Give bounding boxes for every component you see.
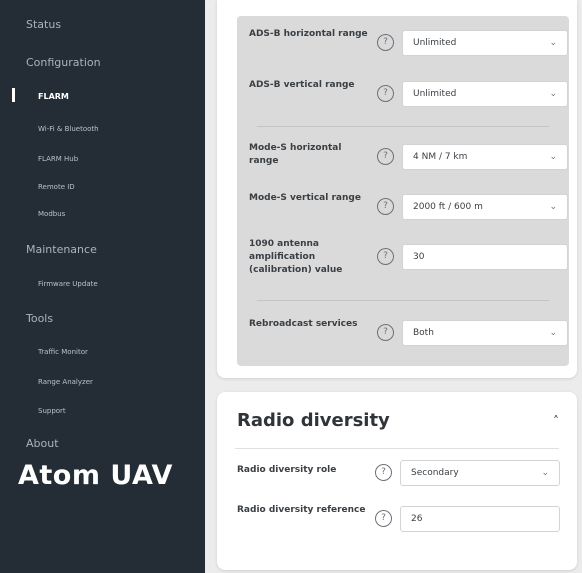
amplification-value-input[interactable]: 30 (402, 244, 568, 270)
modes-vertical-range-select[interactable]: 2000 ft / 600 m ⌄ (402, 194, 568, 220)
active-indicator (12, 88, 15, 102)
chevron-down-icon: ⌄ (549, 202, 557, 212)
setting-label: Radio diversity role (237, 465, 337, 475)
help-icon[interactable]: ? (375, 464, 392, 481)
sidebar-item-wifi-bluetooth[interactable]: Wi-Fi & Bluetooth (38, 125, 99, 133)
sidebar-item-modbus[interactable]: Modbus (38, 210, 65, 218)
select-value: 4 NM / 7 km (413, 152, 468, 162)
rebroadcast-services-select[interactable]: Both ⌄ (402, 320, 568, 346)
sidebar-item-traffic-monitor[interactable]: Traffic Monitor (38, 348, 88, 356)
select-value: Both (413, 328, 434, 338)
help-icon[interactable]: ? (377, 34, 394, 51)
adsb-horizontal-range-select[interactable]: Unlimited ⌄ (402, 30, 568, 56)
main-content: ADS-B horizontal range ? Unlimited ⌄ ADS… (205, 0, 582, 573)
brand-logo-text: Atom UAV (18, 460, 173, 491)
setting-label: Rebroadcast services (249, 319, 358, 329)
help-icon[interactable]: ? (375, 510, 392, 527)
setting-label: Mode-S horizontal range (249, 143, 342, 166)
sidebar-item-about[interactable]: About (26, 437, 59, 450)
adsb-vertical-range-select[interactable]: Unlimited ⌄ (402, 81, 568, 107)
setting-label: 1090 antenna amplification (calibration)… (249, 239, 343, 275)
select-value: Unlimited (413, 38, 457, 48)
sidebar-item-remote-id[interactable]: Remote ID (38, 183, 75, 191)
sidebar: Status Configuration FLARM Wi-Fi & Bluet… (0, 0, 205, 573)
settings-card: ADS-B horizontal range ? Unlimited ⌄ ADS… (217, 0, 577, 378)
sidebar-item-configuration[interactable]: Configuration (26, 56, 101, 69)
sidebar-item-flarm-hub[interactable]: FLARM Hub (38, 155, 78, 163)
radio-diversity-reference-input[interactable]: 26 (400, 506, 560, 532)
sidebar-item-firmware-update[interactable]: Firmware Update (38, 280, 98, 288)
radio-diversity-role-select[interactable]: Secondary ⌄ (400, 460, 560, 486)
adsb-settings-group: ADS-B horizontal range ? Unlimited ⌄ ADS… (237, 16, 569, 366)
setting-label: Mode-S vertical range (249, 193, 361, 203)
chevron-down-icon: ⌄ (541, 468, 549, 478)
sidebar-item-maintenance[interactable]: Maintenance (26, 243, 97, 256)
sidebar-item-range-analyzer[interactable]: Range Analyzer (38, 378, 93, 386)
help-icon[interactable]: ? (377, 85, 394, 102)
select-value: 2000 ft / 600 m (413, 202, 483, 212)
collapse-icon[interactable]: ˄ (553, 414, 559, 428)
chevron-down-icon: ⌄ (549, 328, 557, 338)
help-icon[interactable]: ? (377, 148, 394, 165)
sidebar-item-status[interactable]: Status (26, 18, 61, 31)
modes-horizontal-range-select[interactable]: 4 NM / 7 km ⌄ (402, 144, 568, 170)
select-value: Secondary (411, 468, 459, 478)
divider (257, 126, 549, 127)
sidebar-item-support[interactable]: Support (38, 407, 66, 415)
chevron-down-icon: ⌄ (549, 152, 557, 162)
divider (235, 448, 559, 449)
setting-label: ADS-B horizontal range (249, 29, 368, 39)
sidebar-item-tools[interactable]: Tools (26, 312, 53, 325)
divider (257, 300, 549, 301)
chevron-down-icon: ⌄ (549, 89, 557, 99)
help-icon[interactable]: ? (377, 248, 394, 265)
setting-label: ADS-B vertical range (249, 80, 355, 90)
chevron-down-icon: ⌄ (549, 38, 557, 48)
sidebar-item-flarm[interactable]: FLARM (38, 92, 69, 101)
radio-diversity-card: Radio diversity ˄ Radio diversity role ?… (217, 392, 577, 570)
help-icon[interactable]: ? (377, 324, 394, 341)
section-title: Radio diversity (237, 410, 390, 431)
help-icon[interactable]: ? (377, 198, 394, 215)
select-value: Unlimited (413, 89, 457, 99)
setting-label: Radio diversity reference (237, 505, 366, 515)
